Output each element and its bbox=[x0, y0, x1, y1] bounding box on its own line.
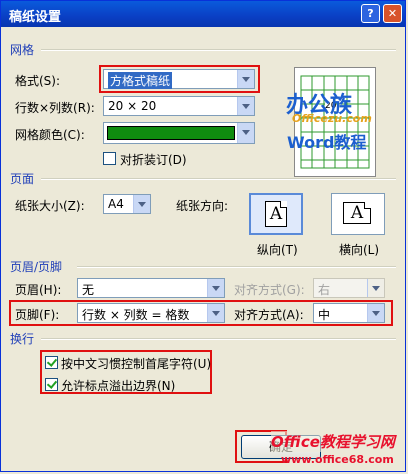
fold-binding-label: 对折装订(D) bbox=[120, 153, 187, 167]
window-title: 稿纸设置 bbox=[9, 10, 62, 25]
section-grid: 网格 bbox=[10, 43, 35, 57]
footer-align-select[interactable]: 中 bbox=[313, 303, 385, 323]
punctuation-overflow-label: 允许标点溢出边界(N) bbox=[61, 379, 176, 393]
chevron-down-icon[interactable] bbox=[237, 123, 254, 143]
divider bbox=[41, 49, 396, 51]
portrait-icon: A bbox=[265, 201, 287, 227]
format-label: 格式(S): bbox=[15, 74, 61, 88]
landscape-button[interactable]: A bbox=[331, 193, 385, 235]
header-value: 无 bbox=[82, 283, 95, 297]
fold-binding-checkbox[interactable] bbox=[103, 152, 116, 165]
header-align-value: 右 bbox=[318, 283, 331, 297]
footer-label: 页脚(F): bbox=[15, 308, 60, 322]
highlight-box bbox=[99, 65, 260, 93]
close-button[interactable]: ✕ bbox=[383, 4, 402, 23]
paper-size-value: A4 bbox=[108, 197, 124, 211]
watermark-word: Word教程 bbox=[287, 133, 367, 152]
title-bar: 稿纸设置 ? ✕ bbox=[1, 1, 405, 27]
chevron-down-icon[interactable] bbox=[367, 304, 384, 322]
grid-color-label: 网格颜色(C): bbox=[15, 128, 85, 142]
watermark-url: www.office68.com bbox=[281, 453, 394, 466]
divider bbox=[41, 338, 396, 340]
rows-cols-select[interactable]: 20 × 20 bbox=[103, 96, 255, 116]
color-swatch bbox=[107, 126, 235, 140]
portrait-button[interactable]: A bbox=[249, 193, 303, 235]
chinese-rules-label: 按中文习惯控制首尾字符(U) bbox=[61, 357, 212, 371]
watermark-office: Office教程学习网 bbox=[271, 431, 395, 452]
header-label: 页眉(H): bbox=[15, 283, 62, 297]
divider bbox=[41, 178, 396, 180]
chevron-down-icon[interactable] bbox=[237, 97, 254, 115]
punctuation-overflow-checkbox[interactable] bbox=[45, 378, 58, 391]
rows-cols-value: 20 × 20 bbox=[108, 99, 157, 113]
header-align-select: 右 bbox=[313, 278, 385, 298]
page-setup-dialog: 稿纸设置 ? ✕ 网格 格式(S): 方格式稿纸 行数×列数(R): 20 × … bbox=[0, 0, 406, 472]
footer-value: 行数 × 列数 = 格数 bbox=[82, 308, 190, 322]
rows-cols-label: 行数×列数(R): bbox=[15, 101, 95, 115]
chevron-down-icon bbox=[367, 279, 384, 297]
landscape-icon: A bbox=[343, 202, 371, 224]
footer-align-value: 中 bbox=[318, 308, 331, 322]
footer-select[interactable]: 行数 × 列数 = 格数 bbox=[77, 303, 225, 323]
help-button[interactable]: ? bbox=[361, 4, 380, 23]
section-header-footer: 页眉/页脚 bbox=[10, 260, 63, 274]
section-page: 页面 bbox=[10, 172, 35, 186]
landscape-label: 横向(L) bbox=[339, 243, 380, 257]
watermark-site: Officezu.com bbox=[292, 112, 372, 125]
chinese-rules-checkbox[interactable] bbox=[45, 356, 58, 369]
paper-size-label: 纸张大小(Z): bbox=[15, 199, 85, 213]
chevron-down-icon[interactable] bbox=[207, 279, 224, 297]
paper-size-select[interactable]: A4 bbox=[103, 194, 151, 214]
section-line-break: 换行 bbox=[10, 332, 35, 346]
orientation-label: 纸张方向: bbox=[176, 199, 229, 213]
header-align-label: 对齐方式(G): bbox=[234, 283, 305, 297]
grid-color-select[interactable] bbox=[103, 122, 255, 144]
portrait-label: 纵向(T) bbox=[257, 243, 298, 257]
divider bbox=[77, 266, 396, 268]
chevron-down-icon[interactable] bbox=[133, 195, 150, 213]
footer-align-label: 对齐方式(A): bbox=[234, 308, 304, 322]
header-select[interactable]: 无 bbox=[77, 278, 225, 298]
chevron-down-icon[interactable] bbox=[207, 304, 224, 322]
